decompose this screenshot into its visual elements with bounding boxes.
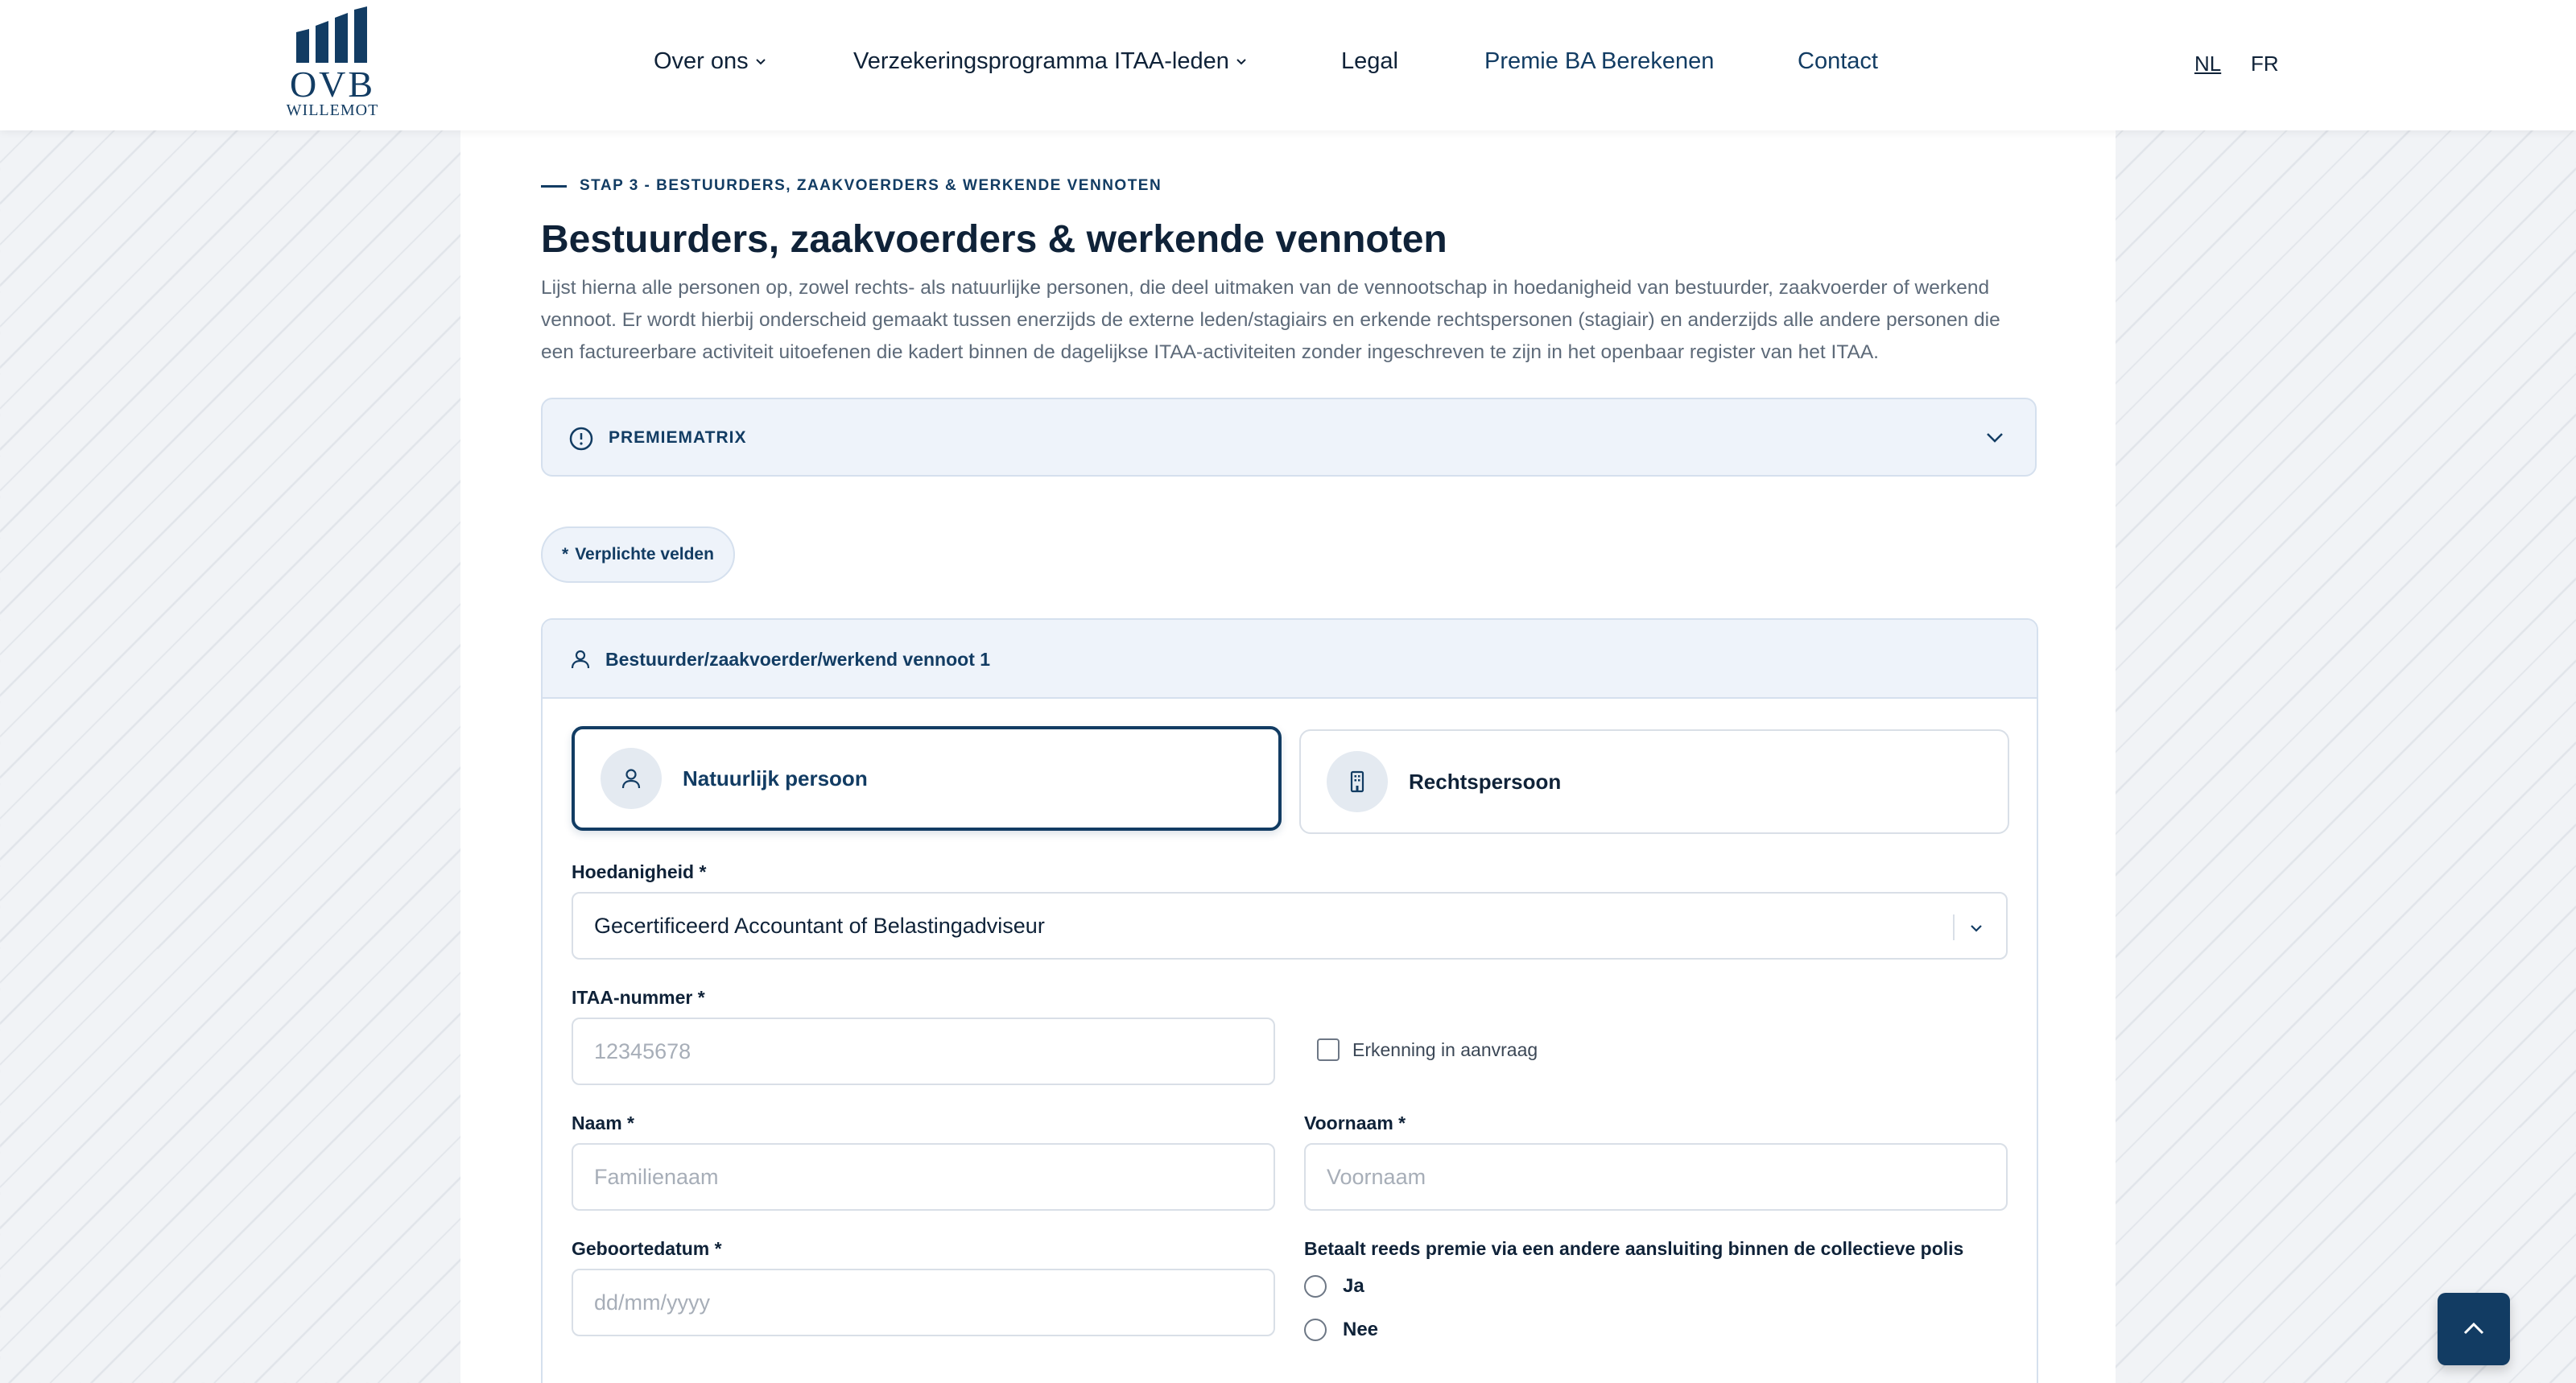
chevron-down-icon (1987, 433, 2003, 443)
person-card-title: Bestuurder/zaakvoerder/werkend vennoot 1 (605, 649, 991, 670)
scroll-to-top-button[interactable] (2438, 1293, 2510, 1365)
logo-sub: WILLEMOT (286, 101, 379, 119)
premiematrix-accordion[interactable]: PREMIEMATRIX (541, 398, 2037, 477)
nav-contact[interactable]: Contact (1798, 48, 1878, 75)
radio-ja[interactable]: Ja (1304, 1275, 1364, 1298)
intro-line: vennoot. Er wordt hierbij onderscheid ge… (541, 309, 2000, 331)
chevron-down-icon (1236, 58, 1246, 64)
radio-nee-circle[interactable] (1304, 1319, 1327, 1341)
option-label: Natuurlijk persoon (683, 766, 868, 791)
lang-fr[interactable]: FR (2251, 52, 2279, 76)
chevron-down-icon (755, 58, 766, 64)
chevron-up-icon (2463, 1322, 2484, 1335)
person-card-header: Bestuurder/zaakvoerder/werkend vennoot 1 (543, 620, 2037, 699)
required-label: Verplichte velden (575, 545, 714, 564)
info-circle-icon (569, 427, 593, 451)
nav-label: Contact (1798, 48, 1878, 74)
naam-label: Naam * (572, 1113, 634, 1133)
naam-input[interactable]: Familienaam (572, 1143, 1275, 1211)
nav-label: Legal (1341, 48, 1398, 74)
voornaam-label: Voornaam * (1304, 1113, 1406, 1133)
intro-line: een factureerbare activiteit uitoefenen … (541, 341, 1879, 363)
person-icon (601, 748, 662, 809)
erkenning-checkbox[interactable] (1317, 1038, 1340, 1061)
building-icon (1327, 751, 1388, 812)
voornaam-placeholder: Voornaam (1327, 1164, 1426, 1189)
nav-label: Verzekeringsprogramma ITAA-leden (853, 48, 1229, 74)
itaa-placeholder: 12345678 (594, 1038, 691, 1063)
geboortedatum-placeholder: dd/mm/yyyy (594, 1290, 711, 1315)
itaa-number-input[interactable]: 12345678 (572, 1018, 1275, 1085)
intro-text: Lijst hierna alle personen op, zowel rec… (541, 272, 2037, 369)
radio-nee-label: Nee (1343, 1319, 1379, 1340)
page-title: Bestuurders, zaakvoerders & werkende ven… (541, 218, 1447, 261)
hoedanigheid-value: Gecertificeerd Accountant of Belastingad… (594, 913, 1045, 938)
hoedanigheid-select[interactable]: Gecertificeerd Accountant of Belastingad… (572, 892, 2008, 960)
option-label: Rechtspersoon (1409, 769, 1562, 794)
nav-over-ons[interactable]: Over ons (654, 48, 766, 75)
hoedanigheid-label: Hoedanigheid * (572, 861, 707, 882)
lang-nl[interactable]: NL (2194, 52, 2221, 76)
voornaam-input[interactable]: Voornaam (1304, 1143, 2008, 1211)
logo-bars-icon (296, 6, 367, 63)
premiematrix-label: PREMIEMATRIX (609, 428, 747, 447)
nav-legal[interactable]: Legal (1341, 48, 1398, 75)
step-label: STAP 3 - BESTUURDERS, ZAAKVOERDERS & WER… (580, 177, 1162, 194)
logo-brand: OVB (289, 64, 376, 105)
nav-premie-ba-berekenen[interactable]: Premie BA Berekenen (1484, 48, 1714, 75)
user-icon (571, 650, 590, 669)
radio-nee[interactable]: Nee (1304, 1319, 1378, 1341)
erkenning-label: Erkenning in aanvraag (1352, 1038, 1538, 1060)
erkenning-checkbox-row[interactable]: Erkenning in aanvraag (1317, 1038, 1538, 1061)
select-divider (1953, 914, 1955, 940)
itaa-label: ITAA-nummer * (572, 987, 705, 1008)
ovb-willemot-logo[interactable]: OVB WILLEMOT (282, 6, 383, 121)
required-fields-badge: * Verplichte velden (541, 526, 735, 583)
chevron-down-icon (1971, 925, 1982, 932)
step-indicator: STAP 3 - BESTUURDERS, ZAAKVOERDERS & WER… (541, 177, 2037, 195)
radio-ja-circle[interactable] (1304, 1275, 1327, 1298)
radio-ja-label: Ja (1343, 1275, 1364, 1297)
nav-label: Premie BA Berekenen (1484, 48, 1715, 74)
site-header: OVB WILLEMOT Over ons Verzekeringsprogra… (0, 0, 2576, 130)
nav-verzekeringsprogramma[interactable]: Verzekeringsprogramma ITAA-leden (853, 48, 1247, 75)
nav-label: Over ons (654, 48, 749, 74)
intro-line: Lijst hierna alle personen op, zowel rec… (541, 277, 1990, 299)
main-content: STAP 3 - BESTUURDERS, ZAAKVOERDERS & WER… (460, 130, 2116, 1383)
person-card: Bestuurder/zaakvoerder/werkend vennoot 1… (541, 618, 2038, 1383)
option-rechtspersoon[interactable]: Rechtspersoon (1299, 729, 2009, 834)
step-dash (541, 184, 567, 188)
naam-placeholder: Familienaam (594, 1164, 719, 1189)
option-natuurlijk-persoon[interactable]: Natuurlijk persoon (572, 726, 1282, 831)
premie-question-label: Betaalt reeds premie via een andere aans… (1304, 1238, 1964, 1259)
geboortedatum-input[interactable]: dd/mm/yyyy (572, 1269, 1275, 1336)
required-star: * (562, 545, 569, 564)
geboortedatum-label: Geboortedatum * (572, 1238, 722, 1259)
